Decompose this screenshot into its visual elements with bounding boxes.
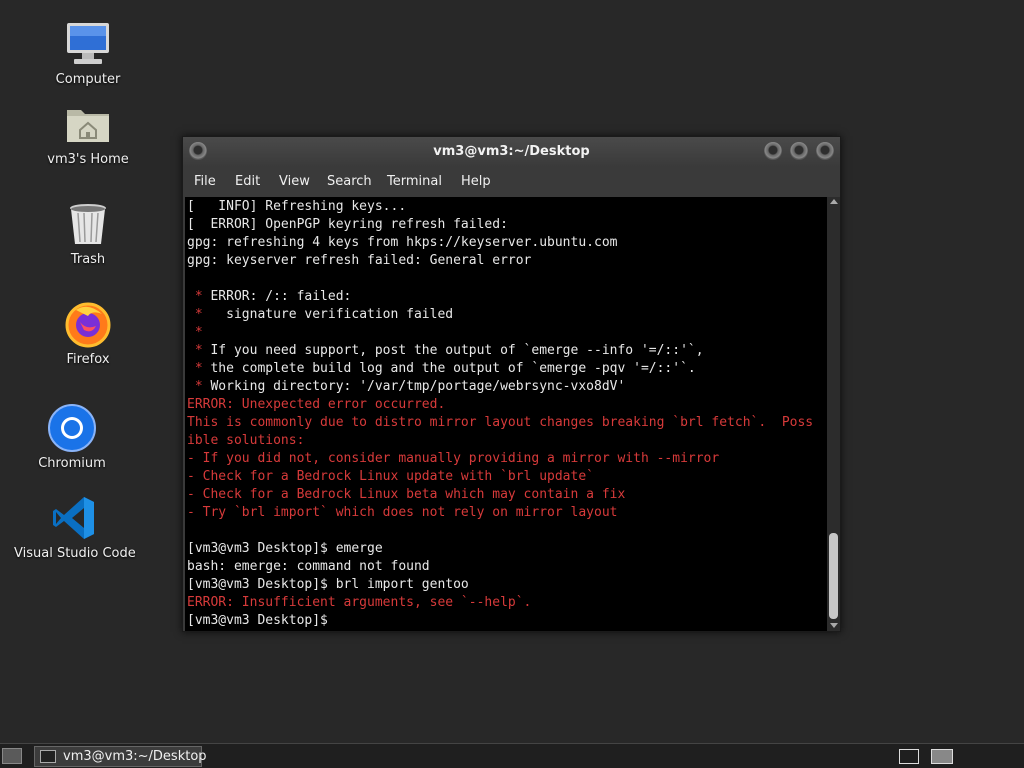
desktop-icon-chromium[interactable]: Chromium: [12, 404, 132, 471]
desktop-icon-label: Visual Studio Code: [14, 546, 136, 561]
window-titlebar[interactable]: vm3@vm3:~/Desktop: [183, 137, 840, 167]
terminal-line-text: the complete build log and the output of…: [210, 361, 696, 376]
terminal-line: * Working directory: '/var/tmp/portage/w…: [187, 378, 827, 396]
desktop-icon-trash[interactable]: Trash: [28, 200, 148, 267]
terminal-line: - Check for a Bedrock Linux beta which m…: [187, 486, 827, 504]
terminal-line: This is commonly due to distro mirror la…: [187, 414, 827, 432]
computer-icon: [64, 20, 112, 68]
taskbar-window-item[interactable]: vm3@vm3:~/Desktop: [34, 746, 207, 767]
terminal-line: ERROR: Unexpected error occurred.: [187, 396, 827, 414]
desktop-icon-vscode[interactable]: Visual Studio Code: [14, 494, 136, 561]
terminal-line: * ERROR: /:: failed:: [187, 288, 827, 306]
minimize-button[interactable]: [764, 142, 782, 160]
terminal-line: gpg: refreshing 4 keys from hkps://keyse…: [187, 234, 827, 252]
terminal-line: [ INFO] Refreshing keys...: [187, 198, 827, 216]
terminal-line: bash: emerge: command not found: [187, 558, 827, 576]
terminal-line: [vm3@vm3 Desktop]$ emerge: [187, 540, 827, 558]
terminal-line-text: gpg: keyserver refresh failed: General e…: [187, 253, 532, 268]
desktop-icon-home[interactable]: vm3's Home: [28, 100, 148, 167]
terminal-line-text: [vm3@vm3 Desktop]$: [187, 613, 336, 628]
desktop-icon-label: Trash: [70, 252, 106, 267]
terminal-line-text: This is commonly due to distro mirror la…: [187, 415, 814, 430]
terminal-line-text: bash: emerge: command not found: [187, 559, 430, 574]
terminal-line-text: ERROR: Unexpected error occurred.: [187, 397, 446, 412]
terminal-line: - Check for a Bedrock Linux update with …: [187, 468, 827, 486]
menu-view[interactable]: View: [279, 174, 310, 189]
scroll-up-arrow-icon[interactable]: [830, 199, 838, 204]
terminal-line-bullet: *: [187, 307, 211, 322]
taskbar-item-label: vm3@vm3:~/Desktop: [63, 749, 207, 764]
terminal-line: [vm3@vm3 Desktop]$: [187, 612, 827, 630]
terminal-line: [vm3@vm3 Desktop]$ brl import gentoo: [187, 576, 827, 594]
menu-edit[interactable]: Edit: [235, 174, 260, 189]
home-folder-icon: [64, 100, 112, 148]
terminal-line: - Try `brl import` which does not rely o…: [187, 504, 827, 522]
workspace-2-button[interactable]: [931, 749, 953, 764]
desktop-icon-label: vm3's Home: [47, 152, 129, 167]
desktop-icon-computer[interactable]: Computer: [28, 20, 148, 87]
terminal-line-text: [ INFO] Refreshing keys...: [187, 199, 407, 214]
workspace-1-button[interactable]: [899, 749, 919, 764]
vscode-icon: [50, 494, 98, 542]
terminal-line: * the complete build log and the output …: [187, 360, 827, 378]
terminal-line: - If you did not, consider manually prov…: [187, 450, 827, 468]
firefox-icon: [64, 300, 112, 348]
terminal-line-text: [vm3@vm3 Desktop]$ brl import gentoo: [187, 577, 469, 592]
terminal-line-bullet: *: [187, 379, 211, 394]
terminal-line-text: ible solutions:: [187, 433, 305, 448]
terminal-line: * signature verification failed: [187, 306, 827, 324]
desktop-icon-label: Chromium: [38, 456, 106, 471]
maximize-button[interactable]: [790, 142, 808, 160]
terminal-line-bullet: *: [187, 325, 211, 340]
scrollbar-thumb[interactable]: [829, 533, 838, 619]
terminal-line: ERROR: Insufficient arguments, see `--he…: [187, 594, 827, 612]
terminal-output[interactable]: [ INFO] Refreshing keys... [ ERROR] OpenP…: [185, 197, 827, 631]
terminal-line-text: Working directory: '/var/tmp/portage/web…: [210, 379, 626, 394]
desktop-icon-label: Firefox: [66, 352, 110, 367]
terminal-line-bullet: *: [187, 289, 211, 304]
start-menu-button[interactable]: [2, 748, 22, 764]
terminal-line-text: [vm3@vm3 Desktop]$ emerge: [187, 541, 383, 556]
menu-file[interactable]: File: [194, 174, 216, 189]
terminal-line: [ ERROR] OpenPGP keyring refresh failed:: [187, 216, 827, 234]
scrollbar[interactable]: [827, 197, 840, 631]
scroll-down-arrow-icon[interactable]: [830, 623, 838, 628]
terminal-line-bullet: *: [187, 343, 211, 358]
terminal-line: gpg: keyserver refresh failed: General e…: [187, 252, 827, 270]
terminal-line-text: gpg: refreshing 4 keys from hkps://keyse…: [187, 235, 618, 250]
trash-icon: [64, 200, 112, 248]
terminal-icon: [40, 750, 56, 763]
menu-bar: File Edit View Search Terminal Help: [183, 167, 840, 197]
terminal-line-text: [ ERROR] OpenPGP keyring refresh failed:: [187, 217, 508, 232]
terminal-line-text: signature verification failed: [210, 307, 454, 322]
window-title: vm3@vm3:~/Desktop: [433, 144, 590, 159]
desktop-icon-label: Computer: [55, 72, 121, 87]
menu-search[interactable]: Search: [327, 174, 372, 189]
terminal-line-text: ERROR: Insufficient arguments, see `--he…: [187, 595, 532, 610]
terminal-window[interactable]: vm3@vm3:~/Desktop File Edit View Search …: [182, 136, 841, 632]
close-button[interactable]: [816, 142, 834, 160]
desktop: Computer vm3's Home Trash Firefox Chromi…: [0, 0, 1024, 743]
menu-help[interactable]: Help: [461, 174, 491, 189]
terminal-line-text: - Check for a Bedrock Linux update with …: [187, 469, 594, 484]
terminal-line-text: - Check for a Bedrock Linux beta which m…: [187, 487, 626, 502]
terminal-line-bullet: *: [187, 361, 211, 376]
terminal-line-text: - If you did not, consider manually prov…: [187, 451, 720, 466]
terminal-line: * If you need support, post the output o…: [187, 342, 827, 360]
terminal-line: ible solutions:: [187, 432, 827, 450]
terminal-line: *: [187, 324, 827, 342]
terminal-line-text: ERROR: /:: failed:: [210, 289, 352, 304]
desktop-icon-firefox[interactable]: Firefox: [28, 300, 148, 367]
taskbar: vm3@vm3:~/Desktop: [0, 743, 1024, 768]
chromium-icon: [48, 404, 96, 452]
terminal-line-text: If you need support, post the output of …: [210, 343, 704, 358]
terminal-line-text: - Try `brl import` which does not rely o…: [187, 505, 618, 520]
menu-terminal[interactable]: Terminal: [387, 174, 442, 189]
